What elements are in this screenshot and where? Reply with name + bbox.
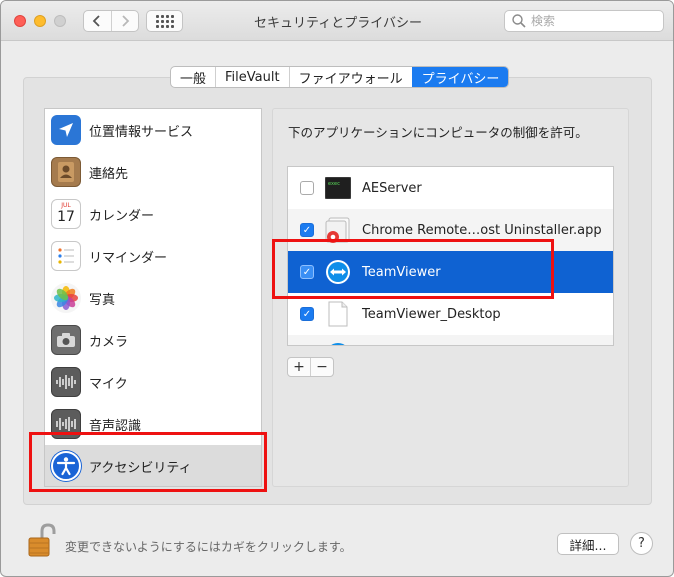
- sidebar-item-speech-recognition[interactable]: 音声認識: [45, 403, 261, 445]
- sidebar-item-calendar[interactable]: JUL 17 カレンダー: [45, 193, 261, 235]
- tab-general[interactable]: 一般: [171, 67, 215, 87]
- sidebar-item-accessibility[interactable]: アクセシビリティ: [45, 445, 261, 486]
- accessibility-icon: [51, 451, 81, 481]
- app-name: AEServer: [362, 180, 422, 196]
- advanced-button[interactable]: 詳細...: [557, 533, 619, 555]
- sidebar-item-camera[interactable]: カメラ: [45, 319, 261, 361]
- calendar-day: 17: [57, 209, 75, 225]
- app-checkbox[interactable]: ✓: [300, 223, 314, 237]
- sidebar-item-label: 音声認識: [89, 418, 142, 434]
- list-item-aeserver[interactable]: exec AEServer: [288, 167, 613, 209]
- teamviewer-icon: [324, 342, 352, 345]
- svg-text:exec: exec: [328, 181, 340, 187]
- camera-icon: [51, 325, 81, 355]
- chrome-remote-icon: [324, 216, 352, 244]
- app-checkbox[interactable]: ✓: [300, 307, 314, 321]
- tab-bar: 一般 FileVault ファイアウォール プライバシー: [170, 66, 510, 88]
- app-list[interactable]: exec AEServer ✓ Chrome Remote…ost Uninst…: [287, 166, 614, 346]
- tab-privacy[interactable]: プライバシー: [411, 67, 509, 87]
- terminal-icon: exec: [324, 174, 352, 202]
- sidebar-item-location[interactable]: 位置情報サービス: [45, 109, 261, 151]
- list-item-teamviewer-desktop[interactable]: ✓ TeamViewer_Desktop: [288, 293, 613, 335]
- microphone-icon: [51, 367, 81, 397]
- search-icon: [512, 14, 526, 28]
- sidebar-item-label: マイク: [89, 376, 128, 392]
- tab-filevault[interactable]: FileVault: [215, 67, 289, 87]
- document-icon: [324, 300, 352, 328]
- sidebar-item-label: リマインダー: [89, 250, 168, 266]
- title-bar: セキュリティとプライバシー: [1, 1, 673, 41]
- app-name: TeamViewer_Desktop: [362, 306, 501, 322]
- calendar-icon: JUL 17: [51, 199, 81, 229]
- add-remove-group: + −: [287, 357, 334, 377]
- list-item-teamviewer[interactable]: ✓ TeamViewer: [288, 251, 613, 293]
- contacts-icon: [51, 157, 81, 187]
- search-input[interactable]: [531, 14, 651, 28]
- sidebar-item-reminders[interactable]: リマインダー: [45, 235, 261, 277]
- sidebar-item-label: 位置情報サービス: [89, 124, 194, 140]
- app-name: TeamViewer: [362, 264, 441, 280]
- app-checkbox[interactable]: [300, 181, 314, 195]
- reminders-icon: [51, 241, 81, 271]
- lock-hint-text: 変更できないようにするにはカギをクリックします。: [65, 540, 352, 554]
- list-item-chrome-remote[interactable]: ✓ Chrome Remote…ost Uninstaller.app: [288, 209, 613, 251]
- sidebar-item-label: アクセシビリティ: [89, 460, 192, 476]
- remove-app-button[interactable]: −: [310, 358, 333, 376]
- location-arrow-icon: [51, 115, 81, 145]
- sidebar-item-label: 連絡先: [89, 166, 129, 182]
- sidebar-item-label: カメラ: [89, 334, 129, 350]
- speech-recognition-icon: [51, 409, 81, 439]
- list-item-partial[interactable]: [288, 335, 613, 345]
- sidebar-item-microphone[interactable]: マイク: [45, 361, 261, 403]
- sidebar-item-label: 写真: [89, 292, 116, 308]
- app-name: Chrome Remote…ost Uninstaller.app: [362, 222, 602, 238]
- add-app-button[interactable]: +: [288, 358, 310, 376]
- help-button[interactable]: ?: [630, 532, 653, 555]
- lock-button[interactable]: [26, 522, 56, 558]
- sidebar-item-photos[interactable]: 写真: [45, 277, 261, 319]
- app-checkbox[interactable]: ✓: [300, 265, 314, 279]
- sidebar-item-label: カレンダー: [89, 208, 155, 224]
- privacy-category-list[interactable]: 位置情報サービス 連絡先 JUL 17 カレンダー リマインダー 写真 カメラ …: [44, 108, 262, 487]
- unlocked-padlock-icon: [28, 523, 56, 557]
- permission-description: 下のアプリケーションにコンピュータの制御を許可。: [288, 125, 588, 140]
- tab-firewall[interactable]: ファイアウォール: [288, 67, 412, 87]
- photos-icon: [51, 283, 81, 313]
- sidebar-item-contacts[interactable]: 連絡先: [45, 151, 261, 193]
- calendar-month: JUL: [61, 202, 71, 209]
- teamviewer-icon: [324, 258, 352, 286]
- search-field[interactable]: [504, 10, 664, 32]
- preferences-window: セキュリティとプライバシー 一般 FileVault ファイアウォール プライバ…: [0, 0, 674, 577]
